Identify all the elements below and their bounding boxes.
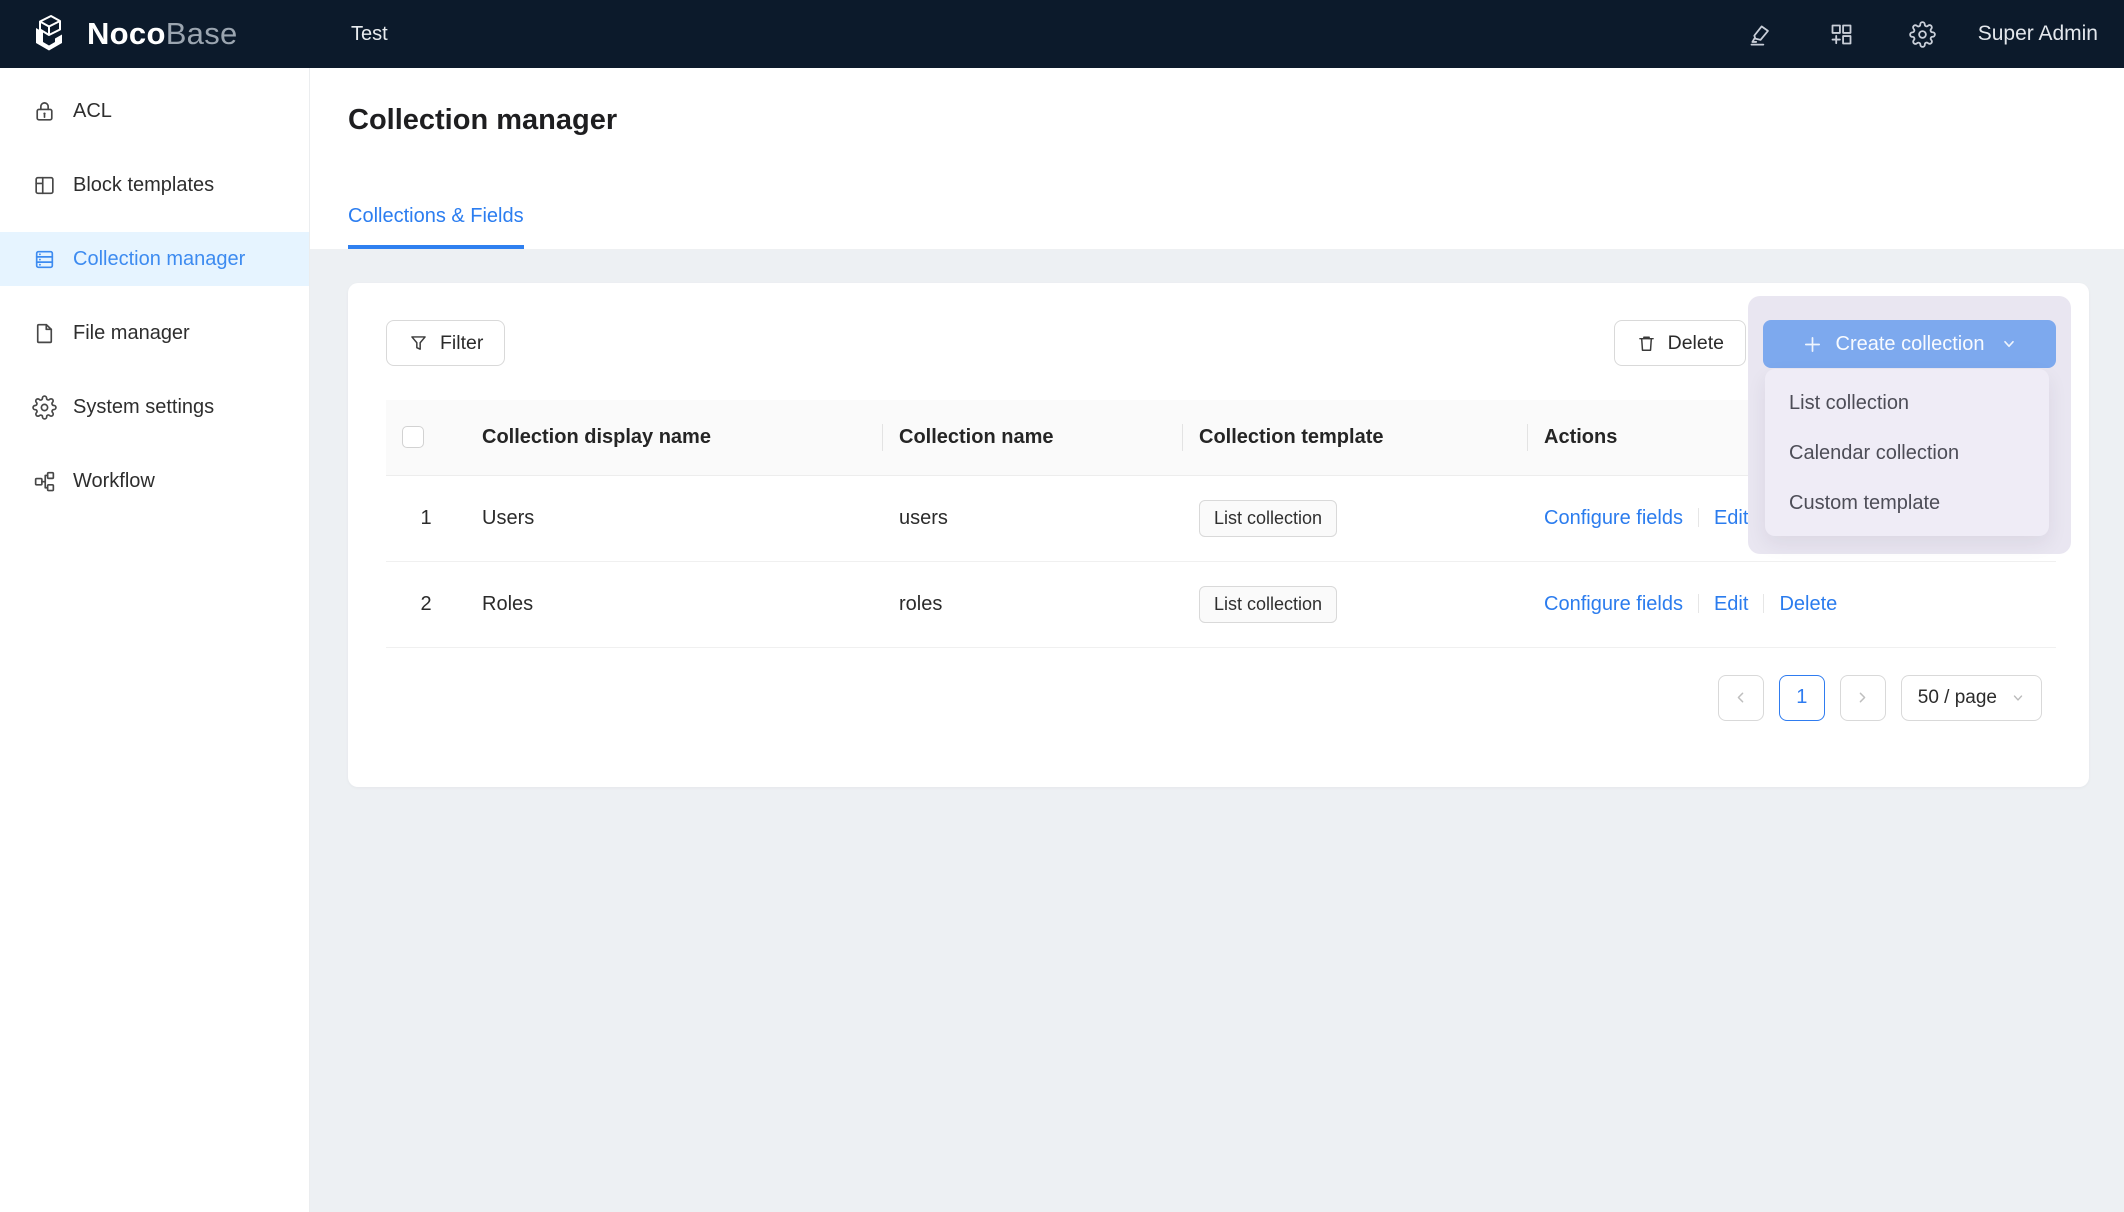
menu-item-list-collection[interactable]: List collection [1765,378,2049,428]
database-icon [32,247,57,272]
highlighter-icon[interactable] [1747,21,1774,48]
filter-button-label: Filter [440,332,483,355]
create-collection-label: Create collection [1836,333,1985,356]
page-header: Collection manager Collections & Fields [310,68,2124,250]
filter-button[interactable]: Filter [386,320,505,366]
page-title: Collection manager [348,104,617,137]
sidebar: ACL Block templates Collection manager F… [0,68,310,1212]
configure-fields-link[interactable]: Configure fields [1544,593,1683,615]
brand: NocoBase [0,12,238,56]
page-1-button[interactable]: 1 [1779,675,1825,721]
column-header-name: Collection name [883,400,1183,475]
trash-icon [1636,333,1657,354]
funnel-icon [408,333,429,354]
pagination: 1 50 / page [386,675,2042,721]
table-toolbar: Filter Delete [386,320,2056,368]
topbar-menu-item-test[interactable]: Test [345,23,394,46]
menu-item-calendar-collection[interactable]: Calendar collection [1765,428,2049,478]
plus-icon [1802,334,1823,355]
sidebar-item-block-templates[interactable]: Block templates [0,158,309,212]
select-all-checkbox[interactable] [402,426,424,448]
tab-collections-and-fields[interactable]: Collections & Fields [348,205,524,249]
topbar: NocoBase Test Super Admin [0,0,2124,68]
sidebar-item-label: Workflow [73,470,155,493]
column-header-display-name: Collection display name [466,400,883,475]
brand-name: NocoBase [87,16,238,52]
page-body: Filter Delete [310,250,2124,1212]
edit-link[interactable]: Edit [1714,507,1748,529]
page-size-select[interactable]: 50 / page [1901,675,2042,721]
action-divider [1763,594,1764,613]
toolbar-right-group: Delete Create collection [1614,320,2056,368]
nocobase-logo-icon [26,12,74,56]
create-collection-menu: List collection Calendar collection Cust… [1765,369,2049,536]
action-divider [1698,594,1699,613]
cell-display-name: Roles [466,561,883,647]
sidebar-item-collection-manager[interactable]: Collection manager [0,232,309,286]
create-collection-button[interactable]: Create collection [1763,320,2056,368]
delete-button-label: Delete [1668,332,1724,355]
chevron-down-icon [2011,691,2025,705]
plugin-add-icon[interactable] [1828,21,1855,48]
template-tag: List collection [1199,586,1337,623]
row-index: 1 [386,475,466,561]
gear-icon [32,395,57,420]
cell-name: users [883,475,1183,561]
sidebar-item-workflow[interactable]: Workflow [0,454,309,508]
brand-name-light: Base [166,16,238,51]
layout-icon [32,173,57,198]
sidebar-item-label: Collection manager [73,248,245,271]
action-divider [1698,508,1699,527]
lock-icon [32,99,57,124]
column-header-template: Collection template [1183,400,1528,475]
sidebar-item-system-settings[interactable]: System settings [0,380,309,434]
configure-fields-link[interactable]: Configure fields [1544,507,1683,529]
delete-button[interactable]: Delete [1614,320,1746,366]
main-content: Collection manager Collections & Fields … [310,68,2124,1212]
cell-display-name: Users [466,475,883,561]
user-menu[interactable]: Super Admin [1978,22,2098,46]
workflow-icon [32,469,57,494]
sidebar-item-label: System settings [73,396,214,419]
chevron-right-icon [1855,690,1870,705]
next-page-button[interactable] [1840,675,1886,721]
topbar-actions: Super Admin [1747,21,2124,48]
prev-page-button[interactable] [1718,675,1764,721]
page-size-value: 50 / page [1918,687,1997,709]
brand-name-bold: Noco [87,16,166,51]
template-tag: List collection [1199,500,1337,537]
collections-card: Filter Delete [348,283,2089,787]
row-index: 2 [386,561,466,647]
sidebar-item-label: Block templates [73,174,214,197]
file-icon [32,321,57,346]
edit-link[interactable]: Edit [1714,593,1748,615]
sidebar-item-label: ACL [73,100,112,123]
chevron-down-icon [2001,336,2017,352]
tabs-bar: Collections & Fields [348,205,524,249]
delete-link[interactable]: Delete [1779,593,1837,615]
cell-actions: Configure fields Edit Delete [1528,561,2056,647]
sidebar-item-acl[interactable]: ACL [0,84,309,138]
cell-name: roles [883,561,1183,647]
table-row: 2 Roles roles List collection Configure … [386,561,2056,647]
topbar-menu: Test [345,0,394,68]
sidebar-item-label: File manager [73,322,190,345]
menu-item-custom-template[interactable]: Custom template [1765,478,2049,528]
chevron-left-icon [1733,690,1748,705]
sidebar-item-file-manager[interactable]: File manager [0,306,309,360]
gear-icon[interactable] [1909,21,1936,48]
